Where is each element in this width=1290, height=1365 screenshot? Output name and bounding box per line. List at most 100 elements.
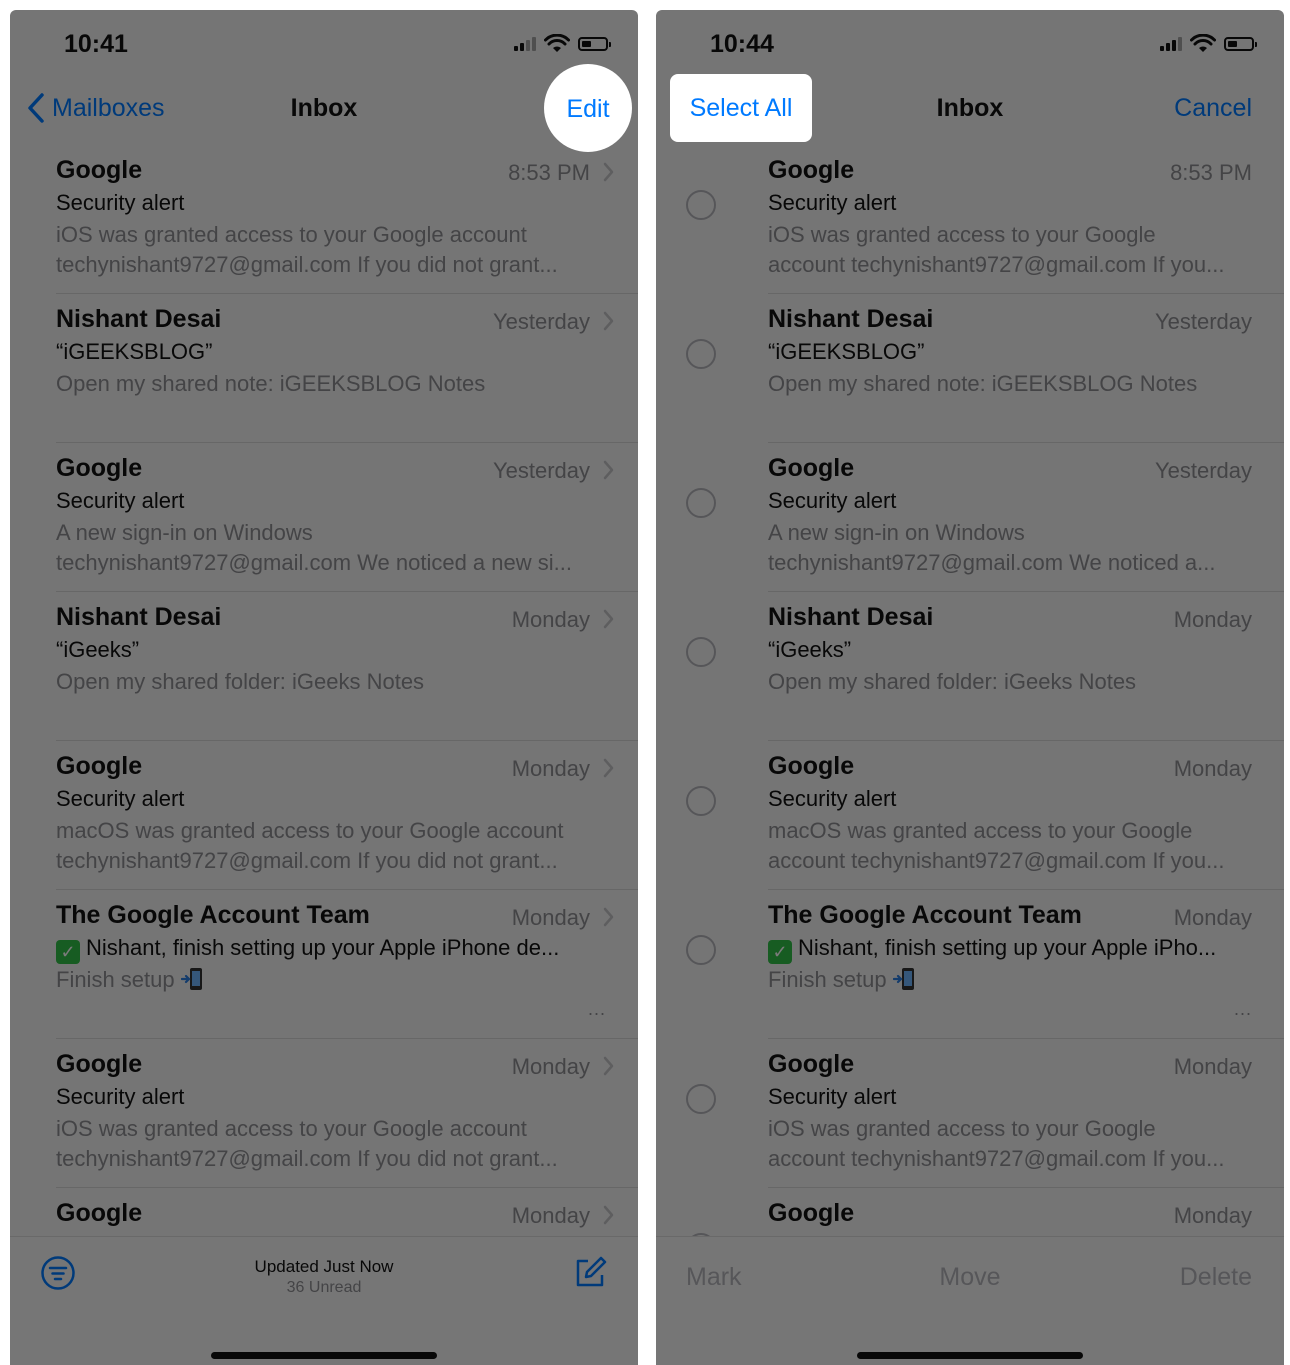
email-sender: Google xyxy=(56,1050,143,1078)
mailbox-status: Updated Just Now 36 Unread xyxy=(10,1257,638,1297)
chevron-right-icon xyxy=(603,460,614,480)
chevron-right-icon xyxy=(603,907,614,927)
email-subject: ✓ Nishant, finish setting up your Apple i… xyxy=(768,935,1248,964)
email-sender: Nishant Desai xyxy=(56,305,222,333)
email-sender: Google xyxy=(56,454,143,482)
home-indicator xyxy=(857,1352,1083,1359)
row-separator xyxy=(768,442,1284,443)
email-preview: macOS was granted access to your Google a… xyxy=(768,818,1225,873)
chevron-right-icon xyxy=(603,311,614,331)
email-row[interactable]: Google 8:53 PM Security alert iOS was grant… xyxy=(656,144,1284,293)
email-subject: Security alert xyxy=(56,190,185,215)
cellular-signal-icon xyxy=(514,37,536,51)
email-row[interactable]: Google Yesterday Security alert A new sign-… xyxy=(10,442,638,591)
row-separator xyxy=(56,442,638,443)
cancel-button[interactable]: Cancel xyxy=(1174,94,1252,123)
email-subject: ✓ Nishant, finish setting up your Apple i… xyxy=(56,935,602,964)
email-preview: Finish setup xyxy=(56,965,602,995)
select-radio-button[interactable] xyxy=(686,339,716,369)
bottom-toolbar: Updated Just Now 36 Unread xyxy=(10,1236,638,1365)
select-all-highlight[interactable]: Select All xyxy=(670,74,812,142)
email-date: Monday xyxy=(511,905,590,930)
email-preview: A new sign-in on Windows techynishant9727… xyxy=(768,520,1216,575)
row-separator xyxy=(768,889,1284,890)
email-sender: Google xyxy=(768,1050,855,1078)
email-date: Yesterday xyxy=(492,458,590,483)
checkmark-icon: ✓ xyxy=(768,940,792,964)
wifi-icon xyxy=(1190,34,1216,52)
email-preview: macOS was granted access to your Google … xyxy=(56,818,564,873)
select-radio-button[interactable] xyxy=(686,488,716,518)
email-subject: Security alert xyxy=(768,488,897,513)
email-subject: Security alert xyxy=(768,190,897,215)
chevron-right-icon xyxy=(603,162,614,182)
select-radio-button[interactable] xyxy=(686,637,716,667)
email-sender: Nishant Desai xyxy=(768,305,934,333)
email-row[interactable]: Nishant Desai Yesterday “iGEEKSBLOG” Open m… xyxy=(656,293,1284,442)
email-preview: Open my shared folder: iGeeks Notes xyxy=(768,669,1137,694)
email-preview: iOS was granted access to your Google acc… xyxy=(768,1116,1225,1171)
email-row[interactable]: Google Yesterday Security alert A new sign-… xyxy=(656,442,1284,591)
email-row[interactable]: Nishant Desai Monday “iGeeks” Open my share… xyxy=(10,591,638,740)
email-date: Monday xyxy=(1173,1054,1252,1079)
email-preview: Finish setup xyxy=(768,965,1248,995)
email-subject: Security alert xyxy=(56,786,185,811)
email-row[interactable]: Google 8:53 PM Security alert iOS was grant… xyxy=(10,144,638,293)
select-radio-button[interactable] xyxy=(686,786,716,816)
email-subject: Security alert xyxy=(768,1084,897,1109)
email-date: 8:53 PM xyxy=(508,160,590,185)
email-row[interactable]: Nishant Desai Monday “iGeeks” Open my share… xyxy=(656,591,1284,740)
bottom-toolbar: Mark Move Delete xyxy=(656,1236,1284,1365)
email-date: Monday xyxy=(1173,607,1252,632)
row-separator xyxy=(56,1038,638,1039)
unread-count: 36 Unread xyxy=(286,1279,362,1296)
status-bar: 10:41 xyxy=(10,10,638,76)
email-row[interactable]: The Google Account Team Monday ✓ Nishant, f… xyxy=(10,889,638,1038)
email-subject: “iGEEKSBLOG” xyxy=(56,339,213,364)
email-sender: Google xyxy=(768,752,855,780)
mail-inbox-edit-screen: 10:44 Select All Inbox Cancel Google8:53… xyxy=(656,10,1284,1365)
select-radio-button[interactable] xyxy=(686,190,716,220)
email-row[interactable]: Nishant Desai Yesterday “iGEEKSBLOG” Open m… xyxy=(10,293,638,442)
cellular-signal-icon xyxy=(1160,37,1182,51)
status-bar: 10:44 xyxy=(656,10,1284,76)
chevron-right-icon xyxy=(603,1056,614,1076)
email-row[interactable]: Google Monday Security alert iOS was grante… xyxy=(10,1038,638,1187)
email-sender: Nishant Desai xyxy=(56,603,222,631)
mobile-phone-arrow-icon xyxy=(180,968,202,990)
email-row[interactable]: Google Monday Security alert iOS was grante… xyxy=(656,1038,1284,1187)
chevron-right-icon xyxy=(603,1205,614,1225)
row-separator xyxy=(768,293,1284,294)
select-radio-button[interactable] xyxy=(686,1084,716,1114)
email-list: Google 8:53 PM Security alert iOS was grant… xyxy=(10,144,638,1336)
edit-button-highlight[interactable]: Edit xyxy=(544,64,632,152)
email-subject: Security alert xyxy=(56,488,185,513)
status-time: 10:41 xyxy=(64,30,128,58)
select-radio-button[interactable] xyxy=(686,935,716,965)
email-row[interactable]: Google Monday Security alert macOS was gran… xyxy=(656,740,1284,889)
email-row[interactable]: The Google Account Team Monday ✓ Nishant, f… xyxy=(656,889,1284,1038)
row-separator xyxy=(768,1038,1284,1039)
home-indicator xyxy=(211,1352,437,1359)
edit-highlight-label: Edit xyxy=(566,95,610,123)
row-separator xyxy=(768,740,1284,741)
delete-button[interactable]: Delete xyxy=(1180,1263,1252,1292)
email-date: Yesterday xyxy=(1154,458,1252,483)
battery-icon xyxy=(578,37,611,51)
email-preview: iOS was granted access to your Google ac… xyxy=(56,222,558,277)
email-preview: Open my shared folder: iGeeks Notes xyxy=(56,669,425,694)
status-time: 10:44 xyxy=(710,30,774,58)
email-date: Monday xyxy=(1173,1203,1252,1228)
email-preview: iOS was granted access to your Google ac… xyxy=(56,1116,558,1171)
email-subject: “iGeeks” xyxy=(768,637,852,662)
email-sender: Nishant Desai xyxy=(768,603,934,631)
email-date: Monday xyxy=(511,1203,590,1228)
wifi-icon xyxy=(544,34,570,52)
email-preview: A new sign-in on Windows techynishant9727… xyxy=(56,520,572,575)
row-separator xyxy=(768,1187,1284,1188)
email-preview: Open my shared note: iGEEKSBLOG Notes xyxy=(768,371,1198,396)
email-subject: “iGeeks” xyxy=(56,637,140,662)
email-row[interactable]: Google Monday Security alert macOS was gran… xyxy=(10,740,638,889)
compose-icon[interactable] xyxy=(572,1255,608,1291)
email-preview: Open my shared note: iGEEKSBLOG Notes xyxy=(56,371,486,396)
